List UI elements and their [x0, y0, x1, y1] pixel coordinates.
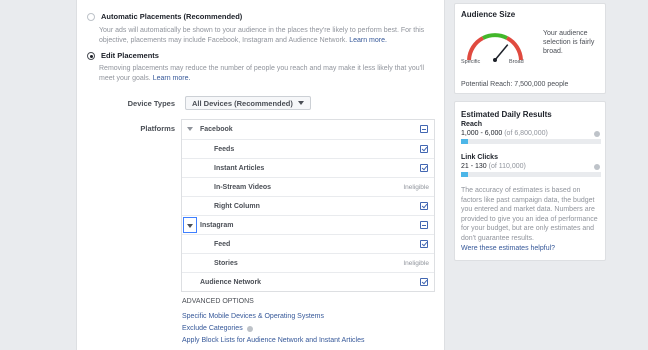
reach-range: 1,000 - 6,000 (of 6,800,000)	[461, 130, 548, 137]
reach-range-value: 1,000 - 6,000	[461, 130, 503, 137]
reach-bar-fill	[461, 139, 468, 144]
reach-info-icon[interactable]	[594, 131, 600, 137]
gauge-red-segment	[467, 36, 485, 61]
exclude-categories-link[interactable]: Exclude Categories	[182, 325, 253, 332]
automatic-title: Automatic Placements (Recommended)	[101, 12, 243, 21]
edit-learn-more-link[interactable]: Learn more.	[153, 75, 191, 82]
automatic-placements-option[interactable]: Automatic Placements (Recommended)	[87, 12, 242, 21]
platform-name: Audience Network	[200, 278, 262, 286]
info-icon[interactable]	[246, 325, 253, 332]
estimates-title: Estimated Daily Results	[461, 110, 552, 119]
edit-description: Removing placements may reduce the numbe…	[99, 64, 439, 84]
expand-toggle[interactable]	[183, 217, 197, 233]
platforms-label: Platforms	[140, 124, 175, 133]
platform-row-instant-articles[interactable]: Instant Articles	[182, 158, 434, 177]
gauge-pivot	[493, 58, 497, 62]
platform-row-stories[interactable]: Stories Ineligible	[182, 253, 434, 272]
checkbox-checked[interactable]	[420, 145, 428, 153]
platform-row-audience-network[interactable]: Audience Network	[182, 272, 434, 291]
platform-row-right-column[interactable]: Right Column	[182, 196, 434, 215]
clicks-range-value: 21 - 130	[461, 163, 487, 170]
checkbox-checked[interactable]	[420, 240, 428, 248]
clicks-info-icon[interactable]	[594, 164, 600, 170]
gauge-specific-label: Specific	[461, 59, 481, 65]
checkbox-checked[interactable]	[420, 164, 428, 172]
checkbox-checked[interactable]	[420, 278, 428, 286]
platform-name: Facebook	[200, 126, 233, 133]
exclude-categories-link-text[interactable]: Exclude Categories	[182, 325, 243, 332]
gauge-needle	[494, 44, 509, 61]
automatic-radio[interactable]	[87, 13, 95, 21]
estimated-results-card: Estimated Daily Results Reach 1,000 - 6,…	[454, 101, 606, 261]
triangle-down-icon[interactable]	[187, 127, 193, 131]
edit-radio[interactable]	[87, 52, 95, 60]
checkbox-partial[interactable]	[420, 221, 428, 229]
triangle-down-icon	[187, 224, 193, 228]
platform-row-feeds[interactable]: Feeds	[182, 139, 434, 158]
reach-label: Reach	[461, 121, 483, 128]
estimates-helpful-link[interactable]: Were these estimates helpful?	[461, 245, 555, 252]
clicks-range: 21 - 130 (of 110,000)	[461, 163, 526, 170]
potential-reach: Potential Reach: 7,500,000 people	[461, 81, 569, 88]
estimates-disclaimer: The accuracy of estimates is based on fa…	[461, 187, 598, 242]
platform-name: Feed	[214, 240, 231, 248]
gauge-green-segment	[482, 33, 508, 40]
platform-row-facebook[interactable]: Facebook	[182, 120, 434, 139]
audience-note: Your audience selection is fairly broad.	[543, 30, 595, 55]
ineligible-label: Ineligible	[403, 259, 429, 267]
platform-name: Instagram	[200, 221, 234, 229]
caret-down-icon	[297, 101, 304, 105]
gauge-red-right-segment	[505, 36, 523, 61]
platform-name: Instant Articles	[214, 164, 265, 172]
edit-placements-option[interactable]: Edit Placements	[87, 51, 159, 60]
placements-panel: Automatic Placements (Recommended) Your …	[76, 0, 445, 350]
reach-bar	[461, 139, 601, 144]
platform-name: Feeds	[214, 145, 235, 153]
ineligible-label: Ineligible	[403, 183, 429, 191]
device-types-dropdown[interactable]: All Devices (Recommended)	[185, 96, 311, 110]
mobile-devices-link[interactable]: Specific Mobile Devices & Operating Syst…	[182, 313, 324, 320]
mobile-devices-link-text[interactable]: Specific Mobile Devices & Operating Syst…	[182, 313, 324, 320]
checkbox-partial[interactable]	[420, 125, 428, 133]
device-types-label: Device Types	[127, 99, 175, 108]
gauge-broad-label: Broad	[509, 59, 524, 65]
clicks-bar	[461, 172, 601, 177]
advanced-options-heading: ADVANCED OPTIONS	[182, 298, 254, 305]
edit-desc-text: Removing placements may reduce the numbe…	[99, 65, 425, 82]
clicks-label: Link Clicks	[461, 154, 498, 161]
platform-row-instagram[interactable]: Instagram	[182, 215, 434, 234]
clicks-of-total: (of 110,000)	[488, 163, 526, 170]
device-types-value: All Devices (Recommended)	[192, 98, 293, 108]
platform-row-in-stream-videos[interactable]: In-Stream Videos Ineligible	[182, 177, 434, 196]
edit-title: Edit Placements	[101, 51, 159, 60]
platforms-list: Facebook Feeds Instant Articles In-Stream V…	[181, 119, 435, 292]
automatic-description: Your ads will automatically be shown to …	[99, 26, 439, 46]
audience-size-title: Audience Size	[461, 10, 516, 19]
reach-of-total: (of 6,800,000)	[504, 130, 548, 137]
automatic-learn-more-link[interactable]: Learn more.	[349, 37, 387, 44]
platform-name: Right Column	[214, 202, 260, 210]
block-lists-link-text[interactable]: Apply Block Lists for Audience Network a…	[182, 337, 364, 344]
platform-name: In-Stream Videos	[214, 183, 272, 191]
checkbox-checked[interactable]	[420, 202, 428, 210]
block-lists-link[interactable]: Apply Block Lists for Audience Network a…	[182, 337, 364, 344]
audience-size-card: Audience Size Specific Broad Your audien…	[454, 3, 606, 94]
clicks-bar-fill	[461, 172, 468, 177]
platform-name: Stories	[214, 259, 238, 267]
platform-row-feed[interactable]: Feed	[182, 234, 434, 253]
